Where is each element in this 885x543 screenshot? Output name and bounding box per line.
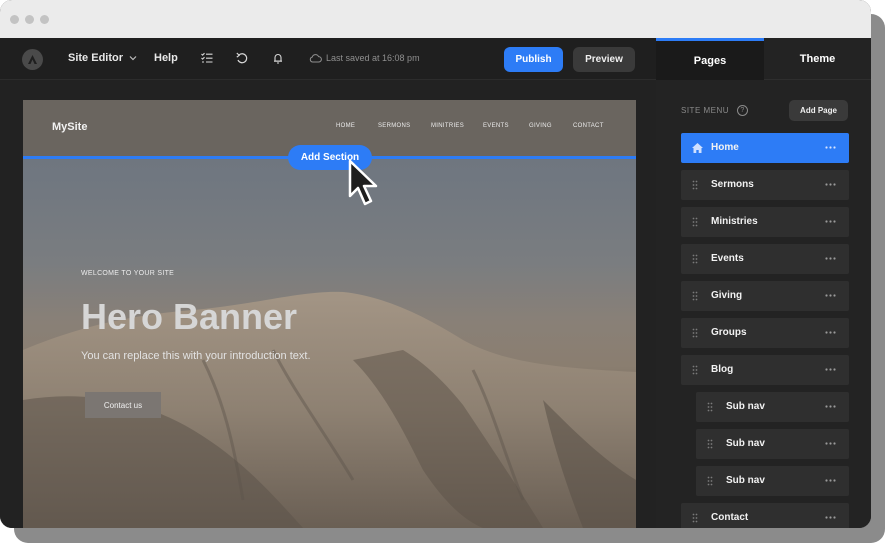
site-nav-events[interactable]: EVENTS — [483, 123, 509, 129]
drag-handle-icon[interactable] — [692, 328, 698, 338]
drag-handle-icon[interactable] — [707, 402, 713, 412]
page-item-sub-nav[interactable]: Sub nav — [696, 392, 849, 422]
help-circle-icon[interactable]: ? — [737, 105, 749, 116]
site-preview[interactable]: MySite HOME SERMONS MINITRIES EVENTS GIV… — [23, 100, 636, 528]
page-item-groups[interactable]: Groups — [681, 318, 849, 348]
more-options-icon[interactable] — [825, 183, 836, 186]
publish-button[interactable]: Publish — [504, 47, 563, 72]
page-item-label: Groups — [711, 327, 747, 338]
help-menu[interactable]: Help — [154, 52, 178, 64]
site-nav-giving[interactable]: GIVING — [529, 123, 552, 129]
more-options-icon[interactable] — [825, 405, 836, 408]
page-item-events[interactable]: Events — [681, 244, 849, 274]
page-item-blog[interactable]: Blog — [681, 355, 849, 385]
site-nav-ministries[interactable]: MINITRIES — [431, 123, 464, 129]
drag-handle-icon[interactable] — [692, 513, 698, 523]
chevron-down-icon — [129, 56, 137, 61]
editor-canvas: MySite HOME SERMONS MINITRIES EVENTS GIV… — [0, 80, 656, 528]
page-item-label: Contact — [711, 512, 749, 523]
saved-text: Last saved at 16:08 pm — [326, 53, 420, 63]
site-nav-sermons[interactable]: SERMONS — [378, 123, 410, 129]
page-item-label: Giving — [711, 290, 743, 301]
page-item-label: Sub nav — [726, 438, 765, 449]
page-item-label: Events — [711, 253, 744, 264]
hero-eyebrow: WELCOME TO YOUR SITE — [81, 270, 175, 277]
top-toolbar: Site Editor Help Last saved at 16:08 pm … — [0, 38, 656, 80]
window-dot — [40, 15, 49, 24]
drag-handle-icon[interactable] — [707, 476, 713, 486]
more-options-icon[interactable] — [825, 479, 836, 482]
site-nav-home[interactable]: HOME — [336, 123, 355, 129]
site-nav-contact[interactable]: CONTACT — [573, 123, 604, 129]
drag-handle-icon[interactable] — [692, 180, 698, 190]
more-options-icon[interactable] — [825, 257, 836, 260]
page-item-sub-nav[interactable]: Sub nav — [696, 429, 849, 459]
contact-us-button[interactable]: Contact us — [85, 392, 161, 418]
more-options-icon[interactable] — [825, 146, 836, 149]
app-logo-icon[interactable] — [22, 49, 43, 70]
drag-handle-icon[interactable] — [692, 291, 698, 301]
hero-subtitle: You can replace this with your introduct… — [81, 350, 311, 362]
window-chrome — [0, 0, 871, 38]
drag-handle-icon[interactable] — [692, 365, 698, 375]
page-item-label: Home — [711, 142, 739, 153]
more-options-icon[interactable] — [825, 442, 836, 445]
cloud-icon — [309, 53, 322, 62]
site-logo[interactable]: MySite — [52, 121, 87, 133]
tab-theme[interactable]: Theme — [764, 38, 871, 80]
tab-pages[interactable]: Pages — [656, 38, 764, 80]
drag-handle-icon[interactable] — [707, 439, 713, 449]
app-window: Site Editor Help Last saved at 16:08 pm … — [0, 0, 871, 528]
page-item-label: Ministries — [711, 216, 758, 227]
site-menu-label: SITE MENU — [681, 106, 730, 115]
more-options-icon[interactable] — [825, 220, 836, 223]
page-item-label: Blog — [711, 364, 734, 375]
page-item-home[interactable]: Home — [681, 133, 849, 163]
home-icon — [692, 143, 703, 153]
page-item-contact[interactable]: Contact — [681, 503, 849, 528]
bell-icon[interactable] — [271, 51, 285, 65]
page-item-label: Sub nav — [726, 401, 765, 412]
hero-title: Hero Banner — [81, 296, 298, 337]
drag-handle-icon[interactable] — [692, 217, 698, 227]
site-editor-label: Site Editor — [68, 52, 124, 64]
window-dot — [10, 15, 19, 24]
page-item-label: Sermons — [711, 179, 754, 190]
save-status: Last saved at 16:08 pm — [309, 53, 420, 63]
page-item-giving[interactable]: Giving — [681, 281, 849, 311]
more-options-icon[interactable] — [825, 294, 836, 297]
more-options-icon[interactable] — [825, 516, 836, 519]
page-item-sermons[interactable]: Sermons — [681, 170, 849, 200]
window-dot — [25, 15, 34, 24]
pages-panel: Pages Theme SITE MENU ? Add Page Home Se… — [656, 38, 871, 528]
page-item-sub-nav[interactable]: Sub nav — [696, 466, 849, 496]
page-item-label: Sub nav — [726, 475, 765, 486]
more-options-icon[interactable] — [825, 331, 836, 334]
mouse-cursor-icon — [348, 159, 378, 206]
add-page-button[interactable]: Add Page — [789, 100, 848, 121]
page-item-ministries[interactable]: Ministries — [681, 207, 849, 237]
site-menu-header: SITE MENU ? — [681, 105, 749, 116]
undo-icon[interactable] — [235, 51, 249, 65]
more-options-icon[interactable] — [825, 368, 836, 371]
site-editor-dropdown[interactable]: Site Editor — [68, 52, 137, 64]
preview-button[interactable]: Preview — [573, 47, 635, 72]
checklist-icon[interactable] — [200, 51, 214, 65]
drag-handle-icon[interactable] — [692, 254, 698, 264]
